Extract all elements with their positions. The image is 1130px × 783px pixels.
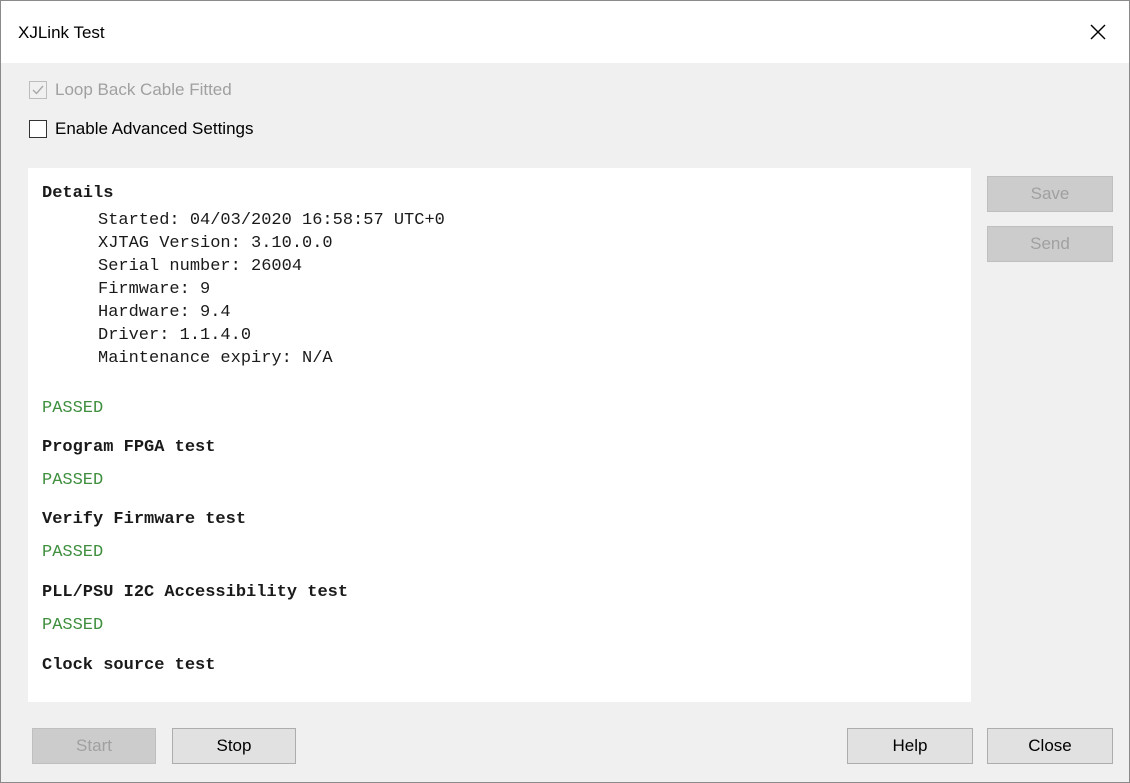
help-button[interactable]: Help: [847, 728, 973, 764]
start-button[interactable]: Start: [32, 728, 156, 764]
loopback-label: Loop Back Cable Fitted: [55, 80, 232, 99]
close-icon: [1090, 24, 1106, 40]
advanced-settings-checkbox-row: Enable Advanced Settings: [29, 119, 253, 139]
log-detail-line: Started: 04/03/2020 16:58:57 UTC+0: [98, 211, 445, 230]
log-status-passed: PASSED: [42, 543, 104, 562]
close-button[interactable]: Close: [987, 728, 1113, 764]
advanced-settings-checkbox[interactable]: [29, 120, 47, 138]
stop-button[interactable]: Stop: [172, 728, 296, 764]
log-detail-line: Driver: 1.1.4.0: [98, 326, 252, 345]
log-detail-line: Hardware: 9.4: [98, 303, 231, 322]
checkmark-icon: [32, 85, 44, 95]
send-button[interactable]: Send: [987, 226, 1113, 262]
xjlink-test-dialog: XJLink Test Loop Back Cable Fitted Enabl…: [0, 0, 1130, 783]
loopback-checkbox-row: Loop Back Cable Fitted: [29, 80, 232, 100]
log-detail-line: XJTAG Version: 3.10.0.0: [98, 234, 333, 253]
close-window-button[interactable]: [1067, 1, 1129, 63]
log-detail-line: Firmware: 9: [98, 280, 211, 299]
log-heading-details: Details: [42, 184, 114, 203]
log-heading-test: Clock source test: [42, 656, 216, 675]
log-status-passed: PASSED: [42, 399, 104, 418]
loopback-checkbox[interactable]: [29, 81, 47, 99]
log-detail-line: Maintenance expiry: N/A: [98, 349, 333, 368]
log-status-passed: PASSED: [42, 471, 104, 490]
log-detail-line: Serial number: 26004: [98, 257, 303, 276]
advanced-settings-label: Enable Advanced Settings: [55, 119, 254, 138]
title-bar: XJLink Test: [1, 1, 1129, 63]
window-title: XJLink Test: [18, 23, 105, 42]
log-status-passed: PASSED: [42, 616, 104, 635]
log-heading-test: Verify Firmware test: [42, 510, 247, 529]
save-button[interactable]: Save: [987, 176, 1113, 212]
log-heading-test: PLL/PSU I2C Accessibility test: [42, 583, 349, 602]
test-log-output[interactable]: Details Started: 04/03/2020 16:58:57 UTC…: [28, 168, 971, 702]
log-heading-test: Program FPGA test: [42, 438, 216, 457]
